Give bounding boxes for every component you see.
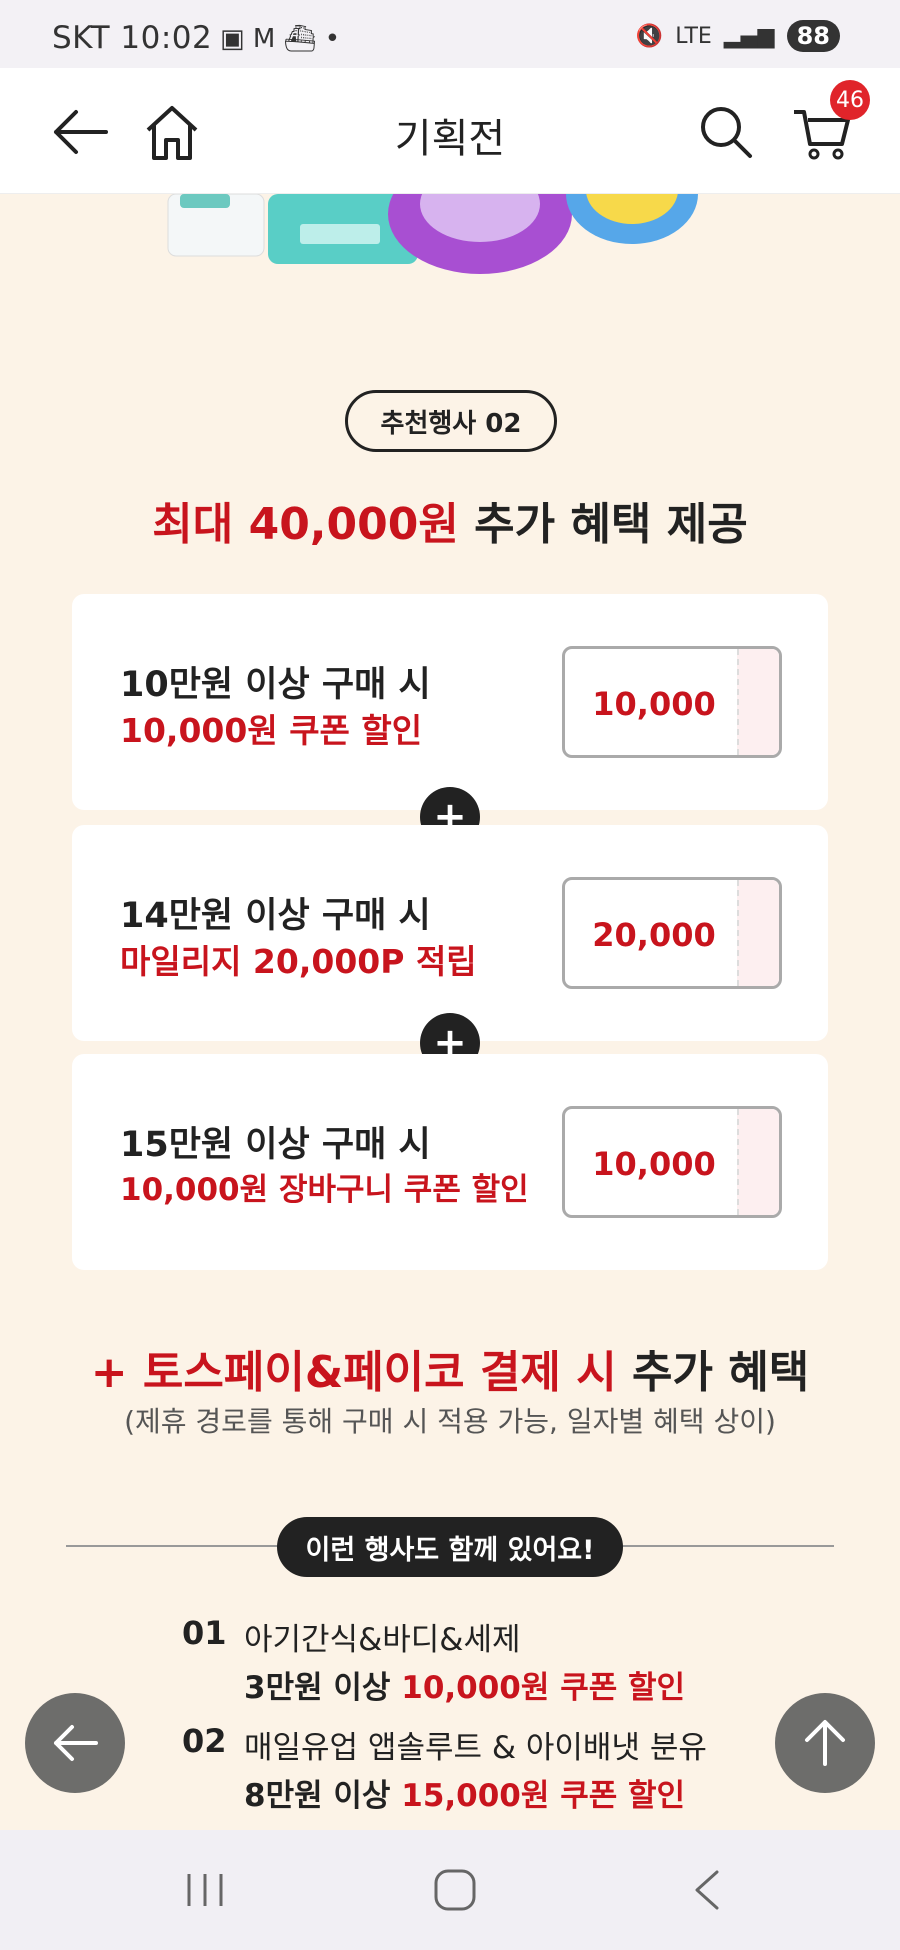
event-number: 01 <box>182 1614 227 1652</box>
benefit-card-3: 15만원 이상 구매 시 10,000원 장바구니 쿠폰 할인 10,000 <box>72 1054 828 1270</box>
notification-icons: ▣ M ⛴ • <box>220 24 341 54</box>
top-app-bar: 기획전 46 <box>0 68 900 194</box>
payment-benefit-note: (제휴 경로를 통해 구매 시 적용 가능, 일자별 혜택 상이) <box>124 1405 776 1438</box>
back-nav-button[interactable] <box>672 1858 742 1922</box>
scroll-to-top-button[interactable] <box>775 1693 875 1793</box>
event-benefit: 8만원 이상 15,000원 쿠폰 할인 <box>244 1778 686 1814</box>
benefit-description: 10,000원 장바구니 쿠폰 할인 <box>120 1172 529 1208</box>
battery-indicator: 88 <box>786 20 840 52</box>
chevron-left-icon <box>695 1870 719 1910</box>
ticket-stub <box>737 1109 779 1215</box>
mute-icon: 🔇 <box>635 23 664 49</box>
coupon-ticket: 10,000 <box>562 1106 782 1218</box>
benefit-description: 마일리지 20,000P 적립 <box>120 942 477 981</box>
product-illustration <box>167 144 698 274</box>
benefit-card-2: 14만원 이상 구매 시 마일리지 20,000P 적립 20,000 <box>72 825 828 1041</box>
system-icons: 🔇 LTE ▂▄▆ 88 <box>636 20 840 52</box>
benefit-description: 10,000원 쿠폰 할인 <box>120 711 423 750</box>
system-navigation-bar <box>0 1830 900 1950</box>
status-carrier-time: SKT 10:02 <box>52 20 213 56</box>
coupon-amount: 20,000 <box>592 916 716 954</box>
signal-icon: ▂▄▆ <box>723 23 775 49</box>
headline-text: 추가 혜택 제공 <box>458 499 748 550</box>
event-headline: 최대 40,000원 추가 혜택 제공 <box>0 488 900 552</box>
ticket-stub <box>737 880 779 986</box>
payment-benefit-title: + 토스페이&페이코 결제 시 추가 혜택 <box>0 1336 900 1400</box>
purchase-condition: 15만원 이상 구매 시 <box>120 1125 431 1165</box>
search-button[interactable] <box>688 94 764 170</box>
coupon-ticket: 20,000 <box>562 877 782 989</box>
home-circle-icon <box>434 1869 476 1911</box>
benefit-card-1: 10만원 이상 구매 시 10,000원 쿠폰 할인 10,000 <box>72 594 828 810</box>
headline-max-amount: 최대 40,000원 <box>152 499 459 550</box>
back-arrow-icon <box>54 1725 98 1761</box>
arrow-up-icon <box>805 1720 845 1766</box>
product-banner-image <box>150 144 730 284</box>
ticket-stub <box>737 649 779 755</box>
coupon-amount: 10,000 <box>592 1145 716 1183</box>
more-events-pill: 이런 행사도 함께 있어요! <box>277 1517 623 1577</box>
coupon-amount: 10,000 <box>592 685 716 723</box>
coupon-ticket: 10,000 <box>562 646 782 758</box>
page-title: 기획전 <box>394 116 506 162</box>
floating-back-button[interactable] <box>25 1693 125 1793</box>
recent-apps-button[interactable] <box>170 1858 240 1922</box>
event-number: 02 <box>182 1722 227 1760</box>
search-icon <box>701 107 752 158</box>
cart-count-badge: 46 <box>830 80 870 120</box>
home-nav-button[interactable] <box>420 1858 490 1922</box>
event-name: 매일유업 앱솔루트 & 아이배냇 분유 <box>244 1730 707 1766</box>
event-number-pill: 추천행사 02 <box>345 390 557 452</box>
recent-apps-icon <box>187 1874 223 1906</box>
purchase-condition: 10만원 이상 구매 시 <box>120 665 431 705</box>
status-bar: SKT 10:02 ▣ M ⛴ • 🔇 LTE ▂▄▆ 88 <box>0 0 900 68</box>
network-type: LTE <box>675 23 712 49</box>
event-name: 아기간식&바디&세제 <box>244 1622 521 1658</box>
event-benefit: 3만원 이상 10,000원 쿠폰 할인 <box>244 1670 686 1706</box>
purchase-condition: 14만원 이상 구매 시 <box>120 896 431 936</box>
payment-benefit-text: 추가 혜택 <box>616 1347 810 1398</box>
payment-benefit-highlight: + 토스페이&페이코 결제 시 <box>90 1347 617 1398</box>
